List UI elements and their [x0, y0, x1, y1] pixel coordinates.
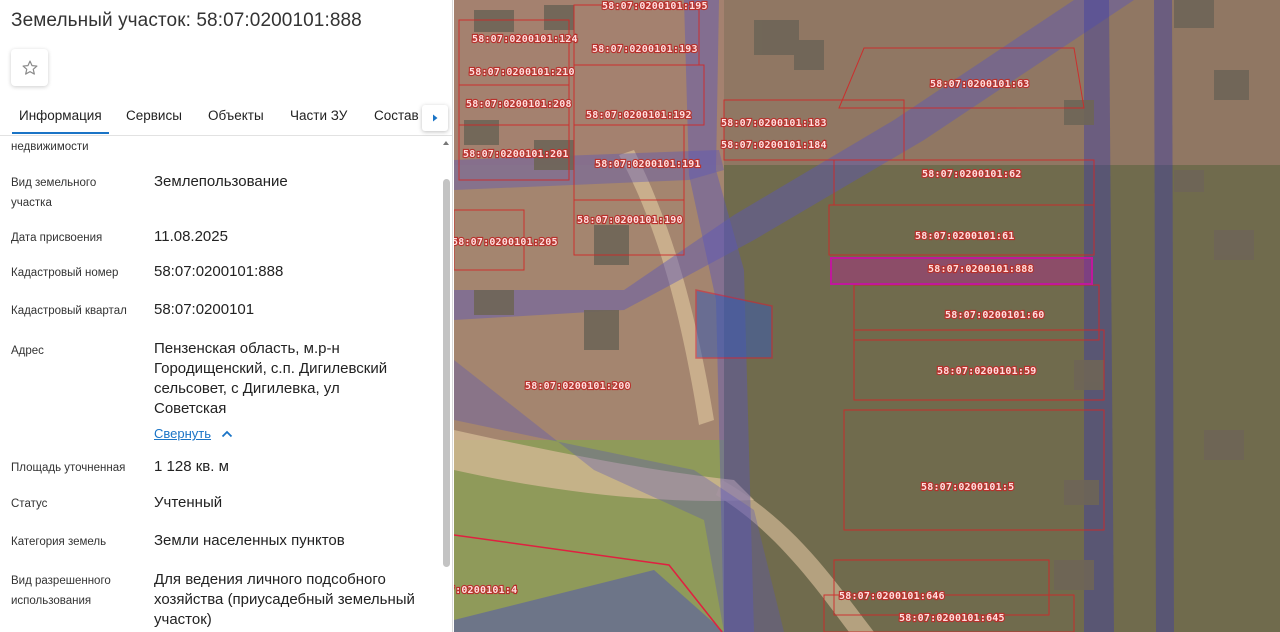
collapse-link[interactable]: Свернуть [154, 426, 233, 441]
panel-scrollbar[interactable] [440, 137, 452, 632]
parcel-label-205: 58:07:0200101:205 [454, 237, 558, 248]
parcel-label-5: 58:07:0200101:5 [921, 482, 1014, 493]
parcel-label-191: 58:07:0200101:191 [595, 159, 701, 170]
tab-land-parts[interactable]: Части ЗУ [290, 108, 347, 123]
parcel-label-62: 58:07:0200101:62 [922, 169, 1022, 180]
tab-services[interactable]: Сервисы [126, 108, 182, 123]
parcel-label-200: 58:07:0200101:200 [525, 381, 631, 392]
parcel-label-190: 58:07:0200101:190 [577, 215, 683, 226]
road-zone-far-east [1154, 0, 1174, 632]
parcel-label-63: 58:07:0200101:63 [930, 79, 1030, 90]
parcel-label-201: 58:07:0200101:201 [463, 149, 569, 160]
tab-composition[interactable]: Состав [374, 108, 419, 123]
parcel-label-193: 58:07:0200101:193 [592, 44, 698, 55]
field-label-partial: недвижимости [11, 141, 89, 153]
field-value-address: Пензенская область, м.р-н Городищенский,… [154, 340, 388, 417]
tabs-scroll-right-button[interactable] [422, 105, 448, 131]
collapse-link-label: Свернуть [154, 426, 212, 441]
parcel-label-183: 58:07:0200101:183 [721, 118, 827, 129]
field-label-land-type: Вид земельного участка [11, 177, 97, 209]
field-value-quarter: 58:07:0200101 [154, 301, 255, 318]
field-value-date: 11.08.2025 [154, 228, 228, 245]
field-value-status: Учтенный [154, 494, 223, 511]
field-label-usage: Вид разрешенного использования [11, 575, 111, 607]
tab-information[interactable]: Информация [12, 108, 109, 134]
chevron-up-icon [221, 430, 233, 437]
map-view[interactable]: 58:07:0200101:195 58:07:0200101:124 58:0… [454, 0, 1280, 632]
parcel-label-184: 58:07:0200101:184 [721, 140, 827, 151]
field-label-address: Адрес [11, 345, 44, 357]
field-label-cad-number: Кадастровый номер [11, 267, 119, 279]
favorite-button[interactable] [11, 49, 48, 86]
field-label-quarter: Кадастровый квартал [11, 305, 127, 317]
field-label-status: Статус [11, 498, 48, 510]
parcel-label-59: 58:07:0200101:59 [937, 366, 1037, 377]
info-content: недвижимости Вид земельного участка Земл… [0, 137, 440, 632]
field-label-area: Площадь уточненная [11, 462, 126, 474]
chevron-right-icon [433, 114, 438, 122]
field-value-category: Земли населенных пунктов [154, 532, 345, 549]
parcel-label-124: 58:07:0200101:124 [472, 34, 578, 45]
scroll-up-arrow-icon[interactable] [443, 141, 449, 145]
field-value-cad-number: 58:07:0200101:888 [154, 263, 284, 280]
parcel-label-61: 58:07:0200101:61 [915, 231, 1015, 242]
parcel-label-888: 58:07:0200101:888 [928, 264, 1034, 275]
parcel-label-4: 58:07:0200101:4 [454, 585, 517, 596]
field-value-land-type: Землепользование [154, 173, 288, 190]
scrollbar-thumb[interactable] [443, 179, 450, 567]
star-outline-icon [22, 60, 37, 75]
field-value-usage: Для ведения личного подсобного хозяйства… [154, 571, 415, 628]
map-canvas[interactable]: 58:07:0200101:195 58:07:0200101:124 58:0… [454, 0, 1280, 632]
info-panel: Земельный участок: 58:07:0200101:888 Инф… [0, 0, 453, 632]
parcel-label-195: 58:07:0200101:195 [602, 1, 708, 12]
parcel-label-208: 58:07:0200101:208 [466, 99, 572, 110]
tab-bar: Информация Сервисы Объекты Части ЗУ Сост… [0, 100, 452, 136]
parcel-label-60: 58:07:0200101:60 [945, 310, 1045, 321]
parcel-label-210: 58:07:0200101:210 [469, 67, 575, 78]
parcel-label-645: 58:07:0200101:645 [899, 613, 1005, 624]
field-label-date: Дата присвоения [11, 232, 103, 244]
field-label-category: Категория земель [11, 536, 107, 548]
page-title: Земельный участок: 58:07:0200101:888 [11, 10, 362, 31]
tab-objects[interactable]: Объекты [208, 108, 264, 123]
parcel-label-646: 58:07:0200101:646 [839, 591, 945, 602]
field-value-area: 1 128 кв. м [154, 458, 229, 475]
parcel-label-192: 58:07:0200101:192 [586, 110, 692, 121]
